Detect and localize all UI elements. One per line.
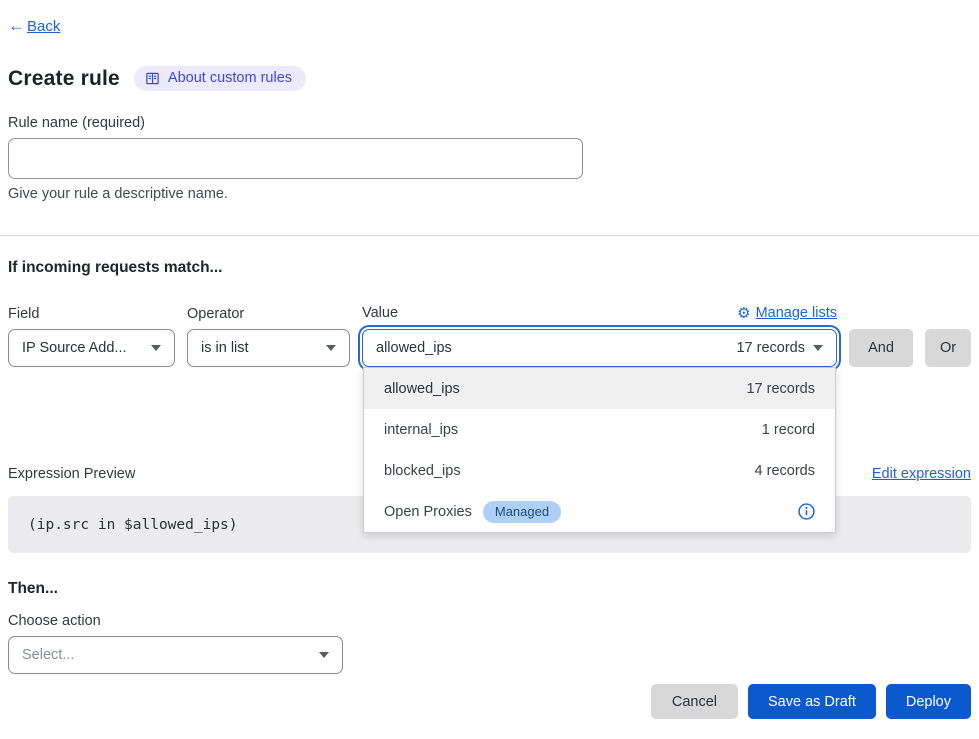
gear-icon: ⚙: [737, 304, 750, 322]
create-rule-page: ←Back Create rule About custom rules Rul…: [0, 0, 979, 674]
deploy-button[interactable]: Deploy: [886, 684, 971, 719]
and-button[interactable]: And: [849, 329, 913, 367]
save-as-draft-button[interactable]: Save as Draft: [748, 684, 876, 719]
value-dropdown-panel: allowed_ips 17 records internal_ips 1 re…: [363, 367, 836, 533]
rule-name-label: Rule name (required): [8, 115, 971, 131]
list-item-open-proxies[interactable]: Open Proxies Managed: [364, 491, 835, 532]
condition-row: Field IP Source Add... Operator is in li…: [8, 304, 971, 367]
chevron-down-icon: [326, 345, 336, 351]
or-button[interactable]: Or: [925, 329, 971, 367]
back-link-label: Back: [27, 18, 60, 35]
action-select[interactable]: Select...: [8, 636, 343, 674]
manage-lists-link[interactable]: ⚙ Manage lists: [737, 304, 837, 322]
operator-select[interactable]: is in list: [187, 329, 350, 367]
footer-actions: Cancel Save as Draft Deploy: [651, 684, 971, 719]
section-divider: [0, 235, 979, 236]
list-item-records: 17 records: [746, 381, 815, 397]
list-item-name: internal_ips: [384, 422, 458, 438]
field-select-value: IP Source Add...: [22, 340, 127, 356]
list-item-internal-ips[interactable]: internal_ips 1 record: [364, 409, 835, 450]
operator-label: Operator: [187, 306, 350, 322]
about-custom-rules-link[interactable]: About custom rules: [134, 66, 306, 91]
expression-code: (ip.src in $allowed_ips): [28, 517, 238, 533]
list-item-allowed-ips[interactable]: allowed_ips 17 records: [364, 368, 835, 409]
chevron-down-icon: [813, 345, 823, 351]
info-icon[interactable]: [798, 503, 815, 520]
value-select[interactable]: allowed_ips 17 records: [362, 329, 837, 367]
value-select-records: 17 records: [736, 340, 805, 356]
manage-lists-label: Manage lists: [756, 305, 837, 321]
about-badge-label: About custom rules: [168, 70, 292, 86]
page-title: Create rule: [8, 67, 120, 91]
choose-action-label: Choose action: [8, 613, 971, 629]
value-label: Value: [362, 305, 398, 321]
field-select[interactable]: IP Source Add...: [8, 329, 175, 367]
field-label: Field: [8, 306, 175, 322]
then-section-heading: Then...: [8, 580, 971, 598]
list-item-records: 4 records: [755, 463, 815, 479]
rule-name-input[interactable]: [8, 138, 583, 179]
list-item-records: 1 record: [762, 422, 815, 438]
edit-expression-link[interactable]: Edit expression: [872, 466, 971, 482]
back-link[interactable]: ←Back: [8, 16, 60, 36]
match-section-heading: If incoming requests match...: [8, 259, 971, 277]
list-item-name: blocked_ips: [384, 463, 461, 479]
cancel-button[interactable]: Cancel: [651, 684, 738, 719]
list-item-blocked-ips[interactable]: blocked_ips 4 records: [364, 450, 835, 491]
value-select-name: allowed_ips: [376, 340, 452, 356]
action-select-placeholder: Select...: [22, 647, 74, 663]
expression-preview-label: Expression Preview: [8, 466, 135, 482]
back-arrow-icon: ←: [8, 16, 25, 36]
list-item-name: allowed_ips: [384, 381, 460, 397]
list-item-name: Open Proxies: [384, 504, 472, 520]
book-icon: [145, 71, 160, 86]
chevron-down-icon: [151, 345, 161, 351]
chevron-down-icon: [319, 652, 329, 658]
managed-badge: Managed: [483, 501, 561, 523]
operator-select-value: is in list: [201, 340, 249, 356]
page-header: Create rule About custom rules: [8, 66, 971, 91]
rule-name-helper: Give your rule a descriptive name.: [8, 186, 971, 202]
